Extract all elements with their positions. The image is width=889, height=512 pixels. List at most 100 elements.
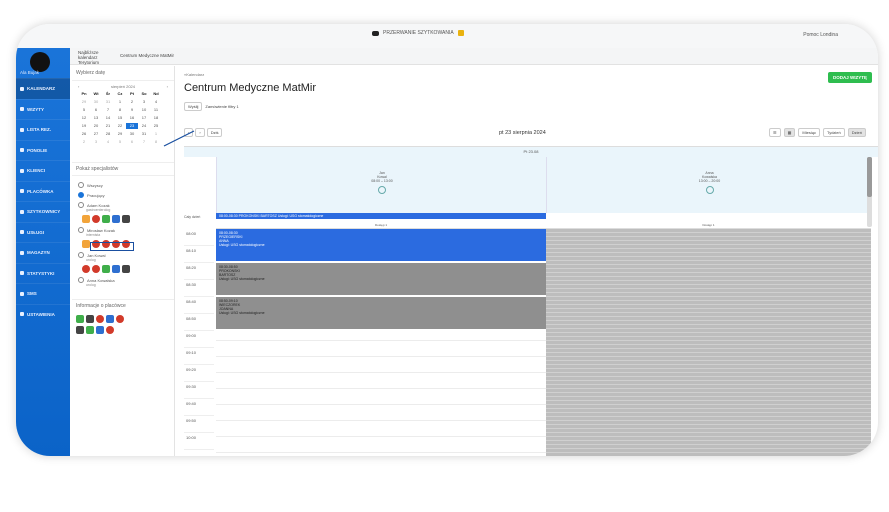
- spec-icons: [82, 215, 168, 223]
- calendar-day[interactable]: 10: [138, 107, 150, 113]
- calendar-day[interactable]: 6: [90, 107, 102, 113]
- appointment-3[interactable]: 08:50-09:10 WIECZOREK JOANNA Usługi: USG…: [216, 297, 546, 329]
- sidebar-item-services[interactable]: USŁUGI: [16, 221, 70, 243]
- calendar-day[interactable]: 2: [78, 139, 90, 145]
- sidebar-item-ponolie[interactable]: PONOLIE: [16, 139, 70, 161]
- breadcrumb-root[interactable]: Najbliższe kalendarz Terytorium: [78, 50, 118, 65]
- calendar-day[interactable]: 20: [90, 123, 102, 129]
- calendar-day[interactable]: 21: [102, 123, 114, 129]
- all-day-event[interactable]: 08:00-08:30 PROKONSKI BARTOSZ Usługi: US…: [216, 213, 546, 219]
- calendar-day[interactable]: 1: [150, 131, 162, 137]
- time-slot-label: 09:20: [184, 365, 214, 382]
- sidebar-item-reservations[interactable]: LISTA REZ.: [16, 119, 70, 140]
- sidebar-item-staff[interactable]: SZYTKOWNICY: [16, 201, 70, 222]
- calendar-day[interactable]: 7: [138, 139, 150, 145]
- calendar-day[interactable]: 5: [78, 107, 90, 113]
- calendar-day[interactable]: 30: [126, 131, 138, 137]
- next-day-button[interactable]: ›: [195, 128, 205, 137]
- calendar-day[interactable]: 29: [78, 99, 90, 105]
- red-icon: [82, 265, 90, 273]
- spec-option-working[interactable]: Pracujący: [78, 192, 168, 198]
- sidebar-item-sms[interactable]: SMS: [16, 283, 70, 304]
- column-header-anna: Anna Kowalska 13:00 – 20:00: [546, 157, 872, 213]
- calendar-day[interactable]: 28: [102, 131, 114, 137]
- calendar-day[interactable]: 8: [150, 139, 162, 145]
- calendar-day[interactable]: 29: [114, 131, 126, 137]
- calendar-day[interactable]: 14: [102, 115, 114, 121]
- calendar-icon: [20, 86, 24, 91]
- topbar-center[interactable]: PRZERWANIE SZYTKOWANIA: [372, 30, 464, 36]
- back-to-calendar-link[interactable]: «Kalendarz: [184, 72, 204, 77]
- calendar-day[interactable]: 2: [126, 99, 138, 105]
- dark-icon: [122, 265, 130, 273]
- month-label[interactable]: sierpień 2024: [111, 84, 135, 89]
- list-view-icon[interactable]: ☰: [769, 128, 781, 137]
- vertical-scrollbar[interactable]: [867, 157, 872, 227]
- calendar-day[interactable]: 31: [138, 131, 150, 137]
- calendar-day[interactable]: 22: [114, 123, 126, 129]
- calendar-day[interactable]: 27: [90, 131, 102, 137]
- sidebar-item-visits[interactable]: WIZYTY: [16, 98, 70, 120]
- calendar-day[interactable]: 24: [138, 123, 150, 129]
- scrollbar-thumb[interactable]: [867, 157, 872, 197]
- gift-icon: [457, 30, 464, 36]
- calendar-day[interactable]: 31: [102, 99, 114, 105]
- sms-icon: [20, 291, 24, 296]
- calendar-view-icon[interactable]: ▦: [783, 128, 796, 137]
- green-icon: [102, 215, 110, 223]
- chart-icon: [20, 271, 24, 276]
- calendar-day[interactable]: 30: [90, 99, 102, 105]
- schedule-icon[interactable]: [705, 186, 714, 194]
- view-day-button[interactable]: Dzień: [847, 128, 866, 137]
- facility-icons: [76, 315, 174, 323]
- calendar-day[interactable]: 8: [114, 107, 126, 113]
- calendar-day[interactable]: 17: [138, 115, 150, 121]
- calendar-day[interactable]: 23: [126, 123, 138, 129]
- calendar-day[interactable]: 7: [102, 107, 114, 113]
- weekday-label: Pt: [130, 91, 134, 96]
- schedule-icon[interactable]: [378, 186, 386, 194]
- prev-month-icon[interactable]: ‹: [78, 84, 79, 89]
- parking-icon: [96, 326, 104, 334]
- calendar-day[interactable]: 1: [114, 99, 126, 105]
- all-day-row: Cały dzień 08:00-08:30 PROKONSKI BARTOSZ…: [184, 213, 878, 221]
- add-visit-button[interactable]: DODAJ WIZYTĘ: [827, 72, 872, 83]
- sidebar-item-clients[interactable]: KLIENCI: [16, 160, 70, 181]
- appointment-1[interactable]: 08:00-08:30 PRZEGIERSKI ANNA Usługi: USG…: [216, 229, 546, 261]
- unavailable-column: [546, 229, 871, 456]
- sidebar-item-calendar[interactable]: KALENDARZ: [16, 78, 70, 99]
- calendar-day[interactable]: 18: [150, 115, 162, 121]
- calendar-day[interactable]: 11: [150, 107, 162, 113]
- calendar-day[interactable]: 4: [150, 99, 162, 105]
- breadcrumb-current[interactable]: Centrum Medyczne MatMir: [120, 53, 174, 58]
- calendar-day[interactable]: 9: [126, 107, 138, 113]
- sidebar-item-facility[interactable]: PLACÓWKA: [16, 180, 70, 202]
- sidebar-item-warehouse[interactable]: MAGAZYN: [16, 242, 70, 263]
- calendar-day[interactable]: 3: [138, 99, 150, 105]
- view-week-button[interactable]: Tydzień: [822, 128, 845, 137]
- calendar-day[interactable]: 16: [126, 115, 138, 121]
- calendar-day[interactable]: 25: [150, 123, 162, 129]
- spec-option-all[interactable]: Wszyscy: [78, 182, 168, 188]
- calendar-day[interactable]: 12: [78, 115, 90, 121]
- next-month-icon[interactable]: ›: [167, 84, 168, 89]
- calendar-day[interactable]: 15: [114, 115, 126, 121]
- calendar-day[interactable]: 19: [78, 123, 90, 129]
- user-block[interactable]: Ala Bujak: [16, 48, 70, 78]
- selection-highlight: [90, 242, 134, 251]
- today-button[interactable]: Dziś: [206, 128, 223, 137]
- view-month-button[interactable]: Miesiąc: [798, 128, 820, 137]
- calendar-day[interactable]: 6: [126, 139, 138, 145]
- day-header: Pt 23.08: [184, 147, 878, 157]
- filter-button[interactable]: Wyślij: [184, 102, 203, 111]
- sidebar-item-settings[interactable]: USTAWIENIA: [16, 303, 70, 325]
- calendar-day[interactable]: 4: [102, 139, 114, 145]
- help-link[interactable]: Pomoc Londina: [803, 32, 838, 38]
- prev-day-button[interactable]: ‹: [184, 128, 194, 137]
- sidebar-item-stats[interactable]: STATYSTYKI: [16, 262, 70, 284]
- calendar-day[interactable]: 5: [114, 139, 126, 145]
- calendar-day[interactable]: 13: [90, 115, 102, 121]
- appointment-2[interactable]: 08:30-08:50 PROKONSKI BARTOSZ Usługi: US…: [216, 263, 546, 295]
- calendar-day[interactable]: 3: [90, 139, 102, 145]
- calendar-day[interactable]: 26: [78, 131, 90, 137]
